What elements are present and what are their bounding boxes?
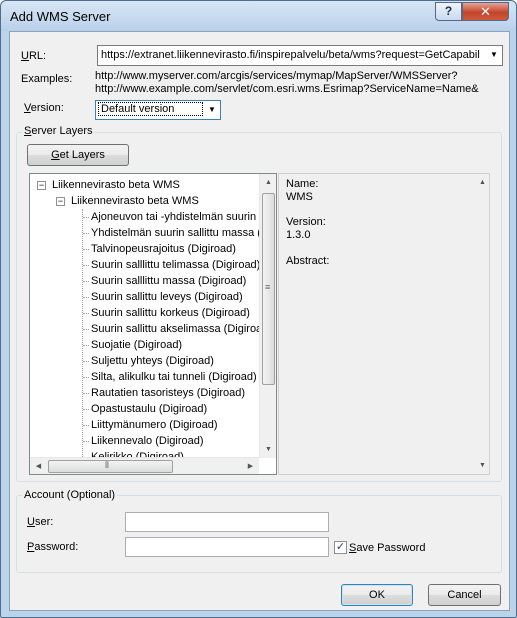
server-layers-title: Server Layers [22,125,95,137]
scroll-up-icon[interactable]: ▲ [260,174,276,191]
title-bar[interactable]: Add WMS Server ? ✕ [1,1,516,31]
add-wms-server-dialog: Add WMS Server ? ✕ URL: https://extranet… [0,0,517,618]
layer-label: Suurin salllittu massa (Digiroad) [91,275,247,287]
chevron-down-icon[interactable]: ▼ [486,46,502,65]
layer-label: Talvinopeusrajoitus (Digiroad) [91,243,236,255]
layer-label: Suurin sallittu korkeus (Digiroad) [91,307,250,319]
tree-connector [83,265,89,266]
layer-item[interactable]: Yhdistelmän suurin sallittu massa ( [83,225,261,241]
chevron-down-icon[interactable]: ▼ [204,101,220,119]
scroll-down-icon[interactable]: ▼ [260,441,276,458]
tree-connector [83,217,89,218]
info-name-value: WMS [286,191,313,203]
layer-info-panel: Name: WMS Version: 1.3.0 Abstract: ▲ ▼ [278,173,490,475]
tree-connector [83,425,89,426]
version-select[interactable]: Default version ▼ [95,100,221,120]
tree-connector [83,249,89,250]
info-abstract-label: Abstract: [286,255,330,267]
tree-child-label: Liikennevirasto beta WMS [71,195,199,207]
example-url-2: http://www.example.com/servlet/com.esri.… [95,83,479,95]
layer-item[interactable]: Liittymänumero (Digiroad) [83,417,218,433]
close-button[interactable]: ✕ [462,2,509,21]
tree-connector [83,313,89,314]
url-label: URL: [21,50,47,62]
info-name-label: Name: [286,178,319,190]
layer-item[interactable]: Suurin sallittu akselimassa (Digiroad [83,321,269,337]
layer-label: Suurin sallittu akselimassa (Digiroad [91,323,269,335]
save-password-label[interactable]: Save Password [349,542,425,554]
horizontal-scroll-thumb[interactable]: ⦀ [48,460,173,473]
collapse-icon[interactable]: − [37,181,46,190]
layer-label: Liikennevalo (Digiroad) [91,435,204,447]
password-input[interactable] [125,537,329,557]
layers-tree[interactable]: − Liikennevirasto beta WMS − Liikennevir… [29,173,277,475]
tree-connector [83,393,89,394]
info-version-value: 1.3.0 [286,229,311,241]
help-button[interactable]: ? [435,2,462,21]
tree-connector [83,297,89,298]
tree-root-label: Liikennevirasto beta WMS [52,179,180,191]
scroll-left-icon[interactable]: ◀ [30,458,47,474]
layer-item[interactable]: Liikennevalo (Digiroad) [83,433,204,449]
layer-item[interactable]: Opastustaulu (Digiroad) [83,401,208,417]
layer-item[interactable]: Suurin salllittu massa (Digiroad) [83,273,247,289]
grip-icon: ⦀ [105,460,109,470]
url-input[interactable]: https://extranet.liikennevirasto.fi/insp… [101,49,484,61]
tree-vertical-scrollbar[interactable]: ▲ ≡ ▼ [259,174,276,458]
layer-item[interactable]: Suurin sallittu leveys (Digiroad) [83,289,243,305]
example-url-1: http://www.myserver.com/arcgis/services/… [95,70,458,82]
scroll-up-icon[interactable]: ▲ [474,174,491,191]
layer-item[interactable]: Suljettu yhteys (Digiroad) [83,353,214,369]
layer-label: Suurin salllittu telimassa (Digiroad) [91,259,261,271]
tree-horizontal-scrollbar[interactable]: ◀ ⦀ ▶ [30,457,259,474]
examples-label: Examples: [21,73,73,85]
collapse-icon[interactable]: − [56,197,65,206]
version-value: Default version [98,102,203,116]
save-password-checkbox[interactable]: ✓ [334,541,347,554]
tree-connector [83,361,89,362]
cancel-button[interactable]: Cancel [428,584,501,606]
tree-connector [83,329,89,330]
dialog-body: URL: https://extranet.liikennevirasto.fi… [9,31,510,611]
user-input[interactable] [125,512,329,532]
layer-item[interactable]: Rautatien tasoristeys (Digiroad) [83,385,246,401]
layer-label: Yhdistelmän suurin sallittu massa ( [91,227,261,239]
vertical-scroll-thumb[interactable]: ≡ [262,193,275,385]
layer-label: Suurin sallittu leveys (Digiroad) [91,291,243,303]
layer-item[interactable]: Suojatie (Digiroad) [83,337,183,353]
layer-item[interactable]: Talvinopeusrajoitus (Digiroad) [83,241,236,257]
version-label: Version: [24,102,64,114]
url-combobox[interactable]: https://extranet.liikennevirasto.fi/insp… [97,45,503,66]
layer-item[interactable]: Suurin sallittu korkeus (Digiroad) [83,305,250,321]
password-label: Password: [27,541,79,553]
scroll-down-icon[interactable]: ▼ [474,457,491,474]
tree-connector [83,233,89,234]
layer-label: Liittymänumero (Digiroad) [91,419,218,431]
account-title: Account (Optional) [22,489,118,501]
info-version-label: Version: [286,216,326,228]
ok-button[interactable]: OK [341,584,413,606]
layer-label: Suojatie (Digiroad) [91,339,183,351]
tree-connector [83,441,89,442]
grip-icon: ≡ [265,282,271,292]
get-layers-button[interactable]: Get Layers [27,144,129,166]
scroll-right-icon[interactable]: ▶ [242,458,259,474]
account-group [16,495,502,573]
layer-item[interactable]: Silta, alikulku tai tunneli (Digiroad) [83,369,257,385]
info-scrollbar[interactable]: ▲ ▼ [476,174,489,474]
tree-guide-line [82,209,83,474]
layer-label: Rautatien tasoristeys (Digiroad) [91,387,246,399]
layer-item[interactable]: Suurin salllittu telimassa (Digiroad) [83,257,261,273]
layer-label: Opastustaulu (Digiroad) [91,403,208,415]
layer-item[interactable]: Ajoneuvon tai -yhdistelmän suurin [83,209,257,225]
layer-label: Ajoneuvon tai -yhdistelmän suurin [91,211,257,223]
layer-label: Silta, alikulku tai tunneli (Digiroad) [91,371,257,383]
window-title: Add WMS Server [10,9,111,24]
tree-connector [83,377,89,378]
tree-connector [83,281,89,282]
tree-connector [83,345,89,346]
layer-label: Suljettu yhteys (Digiroad) [91,355,214,367]
user-label: User: [27,516,54,528]
tree-connector [83,409,89,410]
